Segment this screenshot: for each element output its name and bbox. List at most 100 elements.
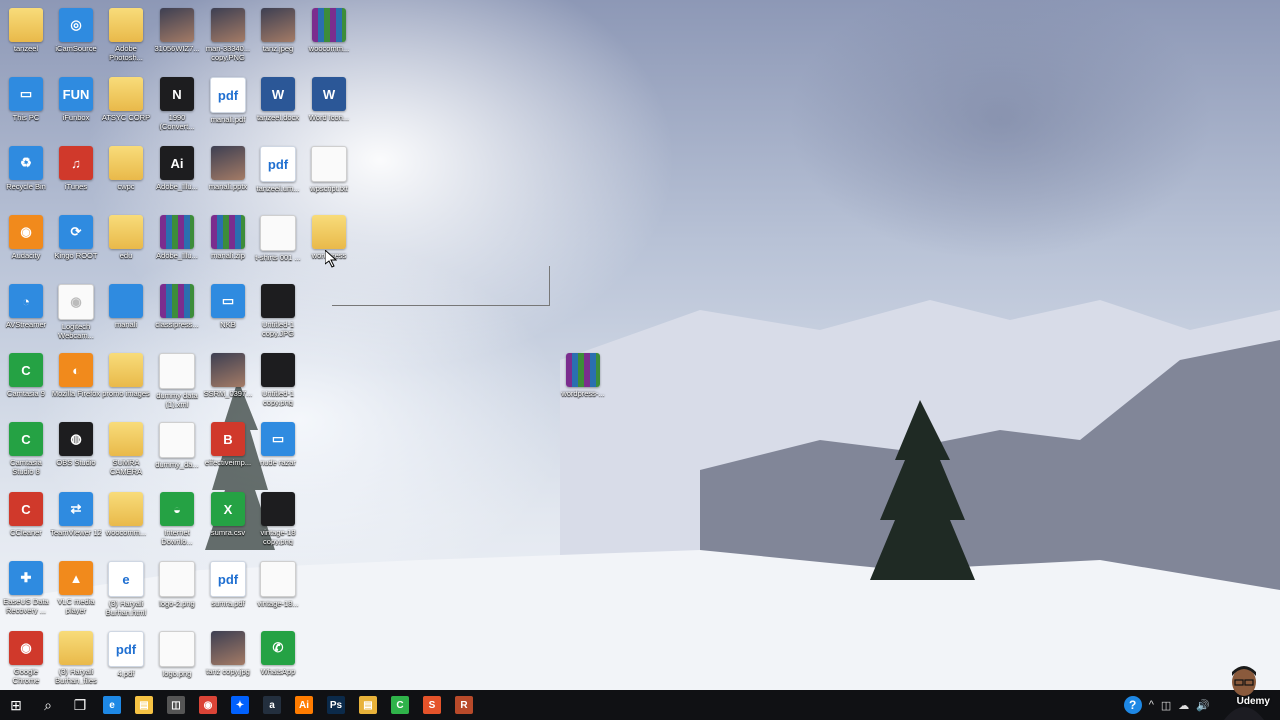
desktop-icon-teamviewer-12[interactable]: ⇄ TeamViewer 12	[50, 488, 102, 556]
winrar-icon[interactable]: R	[448, 690, 480, 720]
desktop-icon-whatsapp[interactable]: ✆ WhatsApp	[252, 627, 304, 690]
desktop-icon-ifunbox[interactable]: FUN iFunbox	[50, 73, 102, 141]
desktop-icon-wordpress-archive[interactable]: wordpress-...	[557, 349, 609, 417]
desktop-icon-4-pdf[interactable]: pdf 4.pdf	[100, 627, 152, 690]
amazon-icon[interactable]: a	[256, 690, 288, 720]
desktop-icon-logo-2-png[interactable]: logo-2.png	[151, 557, 203, 625]
snagit-icon[interactable]: S	[416, 690, 448, 720]
desktop-icon-effectiveimp[interactable]: Beffectiveimp...	[202, 418, 254, 486]
desktop-icon-ssrm-0397[interactable]: SSRM_0397...	[202, 349, 254, 417]
desktop-icon-label: Word Icon...	[308, 114, 350, 122]
desktop-icon-3-haryali-burhan-files[interactable]: (3) Haryali Burhan_files	[50, 627, 102, 690]
desktop-icon-man-33340-copy-png[interactable]: man-33340... copy.PNG	[202, 4, 254, 72]
desktop-icon-camtasia-studio-8[interactable]: C Camtasia Studio 8	[0, 418, 52, 486]
search-icon[interactable]: ⌕	[32, 690, 64, 720]
desktop-icon-camtasia-9[interactable]: C Camtasia 9	[0, 349, 52, 417]
desktop-icon-sumra-csv[interactable]: Xsumra.csv	[202, 488, 254, 556]
desktop-icon-t-shirts-001[interactable]: t-shirts 001 ...	[252, 211, 304, 279]
desktop-icon-dummy-data-1-xml[interactable]: dummy data (1).xml	[151, 349, 203, 417]
start-button[interactable]: ⊞	[0, 690, 32, 720]
desktop-icon-tanzeel[interactable]: tanzeel	[0, 4, 52, 72]
desktop-icon-word-icon[interactable]: W Word Icon...	[303, 73, 355, 141]
desktop-icon-untitled-1-copy-jpg[interactable]: Untitled-1 copy.JPG	[252, 280, 304, 348]
desktop-icon-1990-convert[interactable]: N 1990 (Convert...	[151, 73, 203, 141]
volume-icon[interactable]: 🔊	[1196, 699, 1210, 712]
udemy-watermark: Udemy	[1236, 696, 1270, 707]
desktop-icon-promo-images[interactable]: promo images	[100, 349, 152, 417]
dummy-da-icon	[159, 422, 195, 458]
desktop-icon-3-haryali-burhan-html[interactable]: e (3) Haryali Burhan.html	[100, 557, 152, 625]
onedrive-icon[interactable]: ☁	[1178, 699, 1189, 712]
desktop-icon-adobe-illu[interactable]: Ai Adobe_Illu...	[151, 142, 203, 210]
desktop-icon-internet-downlo[interactable]: ◒ Internet Downlo...	[151, 488, 203, 556]
desktop-icon-manali-pdf[interactable]: pdf manali.pdf	[202, 73, 254, 141]
desktop-icon-manali-pptx[interactable]: manali.pptx	[202, 142, 254, 210]
show-hidden-icons-icon[interactable]: ^	[1149, 699, 1154, 711]
desktop[interactable]: tanzeel ◎ iCamSource Adobe Photosh... 31056W…	[0, 0, 1280, 690]
help-icon[interactable]: ?	[1123, 696, 1142, 714]
desktop-icon-tanz-jpeg[interactable]: tanz.jpeg	[252, 4, 304, 72]
desktop-icon-tanzeel-docx[interactable]: Wtanzeel.docx	[252, 73, 304, 141]
adobe-illu-icon	[160, 215, 194, 249]
woocomm-icon	[312, 8, 346, 42]
illustrator-icon[interactable]: Ai	[288, 690, 320, 720]
desktop-icon-woocomm[interactable]: woocomm...	[100, 488, 152, 556]
desktop-icon-cwpc[interactable]: cwpc	[100, 142, 152, 210]
edge-icon[interactable]: e	[96, 690, 128, 720]
desktop-icon-manali-zip[interactable]: manali.zip	[202, 211, 254, 279]
folder-icon[interactable]: ▤	[352, 690, 384, 720]
desktop-icon-this-pc[interactable]: ▭ This PC	[0, 73, 52, 141]
desktop-icon-dummy-da[interactable]: dummy_da...	[151, 418, 203, 486]
dropbox-icon[interactable]: ✦	[224, 690, 256, 720]
desktop-icon-audacity[interactable]: ◉ Audacity	[0, 211, 52, 279]
desktop-icon-sumra-pdf[interactable]: pdf sumra.pdf	[202, 557, 254, 625]
mozilla-firefox-icon: ◐	[59, 353, 93, 387]
file-explorer-icon[interactable]: ▤	[128, 690, 160, 720]
desktop-icon-easeus-data-recovery[interactable]: ✚ EaseUS Data Recovery ...	[0, 557, 52, 625]
desktop-icon-untitled-1-copy-png[interactable]: Untitled-1 copy.png	[252, 349, 304, 417]
desktop-icon-edu[interactable]: edu	[100, 211, 152, 279]
desktop-icon-adobe-photosh[interactable]: Adobe Photosh...	[100, 4, 152, 72]
desktop-icon-label: tanz copy.jpg	[206, 668, 250, 676]
desktop-icon-label: logo-2.png	[159, 600, 195, 608]
desktop-icon-wpscript-txt[interactable]: wpscript.txt	[303, 142, 355, 210]
store-icon[interactable]: ◫	[160, 690, 192, 720]
task-view-icon[interactable]: ❐	[64, 690, 96, 720]
desktop-icon-itunes[interactable]: ♫ iTunes	[50, 142, 102, 210]
camtasia-icon[interactable]: C	[384, 690, 416, 720]
dummy-data-1-xml-icon	[159, 353, 195, 389]
desktop-icon-tanzeel-um[interactable]: pdf tanzeel.um...	[252, 142, 304, 210]
desktop-icon-sumra-camera[interactable]: SUMRA CAMERA	[100, 418, 152, 486]
desktop-icon-google-chrome[interactable]: ◉ Google Chrome	[0, 627, 52, 690]
desktop-icon-31056wiz7[interactable]: 31056WIZ7...	[151, 4, 203, 72]
network-icon[interactable]: ◫	[1161, 699, 1171, 712]
desktop-icon-manali[interactable]: manali	[100, 280, 152, 348]
desktop-icon-classipress[interactable]: classipress...	[151, 280, 203, 348]
desktop-icon-ccleaner[interactable]: C CCleaner	[0, 488, 52, 556]
sumra-camera-icon	[109, 422, 143, 456]
desktop-icon-atsyc-corp[interactable]: ATSYC CORP	[100, 73, 152, 141]
chrome-icon[interactable]: ◉	[192, 690, 224, 720]
desktop-icon-vintage-18[interactable]: vintage-18...	[252, 557, 304, 625]
desktop-icon-logitech-webcam[interactable]: ◉ Logitech Webcam...	[50, 280, 102, 348]
desktop-icon-label: dummy data (1).xml	[156, 392, 198, 409]
desktop-icon-tanz-copy-jpg[interactable]: tanz copy.jpg	[202, 627, 254, 690]
desktop-icon-nkb[interactable]: ▭ NKB	[202, 280, 254, 348]
snagit-icon-glyph: S	[423, 696, 441, 714]
desktop-icon-adobe-illu[interactable]: Adobe_Illu...	[151, 211, 203, 279]
desktop-icon-logo-png[interactable]: logo.png	[151, 627, 203, 690]
desktop-icon-kingo-root[interactable]: ⟳ Kingo ROOT	[50, 211, 102, 279]
desktop-icon-obs-studio[interactable]: ◍ OBS Studio	[50, 418, 102, 486]
desktop-icon-recycle-bin[interactable]: ♻ Recycle Bin	[0, 142, 52, 210]
edge-icon-glyph: e	[103, 696, 121, 714]
desktop-icon-avstreamer[interactable]: ◔ AVStreamer	[0, 280, 52, 348]
desktop-icon-vintage-18-copy-png[interactable]: vintage-18 copy.png	[252, 488, 304, 556]
desktop-icon-vlc-media-player[interactable]: ▲ VLC media player	[50, 557, 102, 625]
desktop-icon-label: 4.pdf	[117, 670, 135, 678]
photoshop-icon[interactable]: Ps	[320, 690, 352, 720]
desktop-icon-nude-razar[interactable]: ▭ nude razar	[252, 418, 304, 486]
desktop-icon-icamsource[interactable]: ◎ iCamSource	[50, 4, 102, 72]
desktop-icon-label: NKB	[220, 321, 236, 329]
desktop-icon-mozilla-firefox[interactable]: ◐ Mozilla Firefox	[50, 349, 102, 417]
desktop-icon-woocomm[interactable]: woocomm...	[303, 4, 355, 72]
